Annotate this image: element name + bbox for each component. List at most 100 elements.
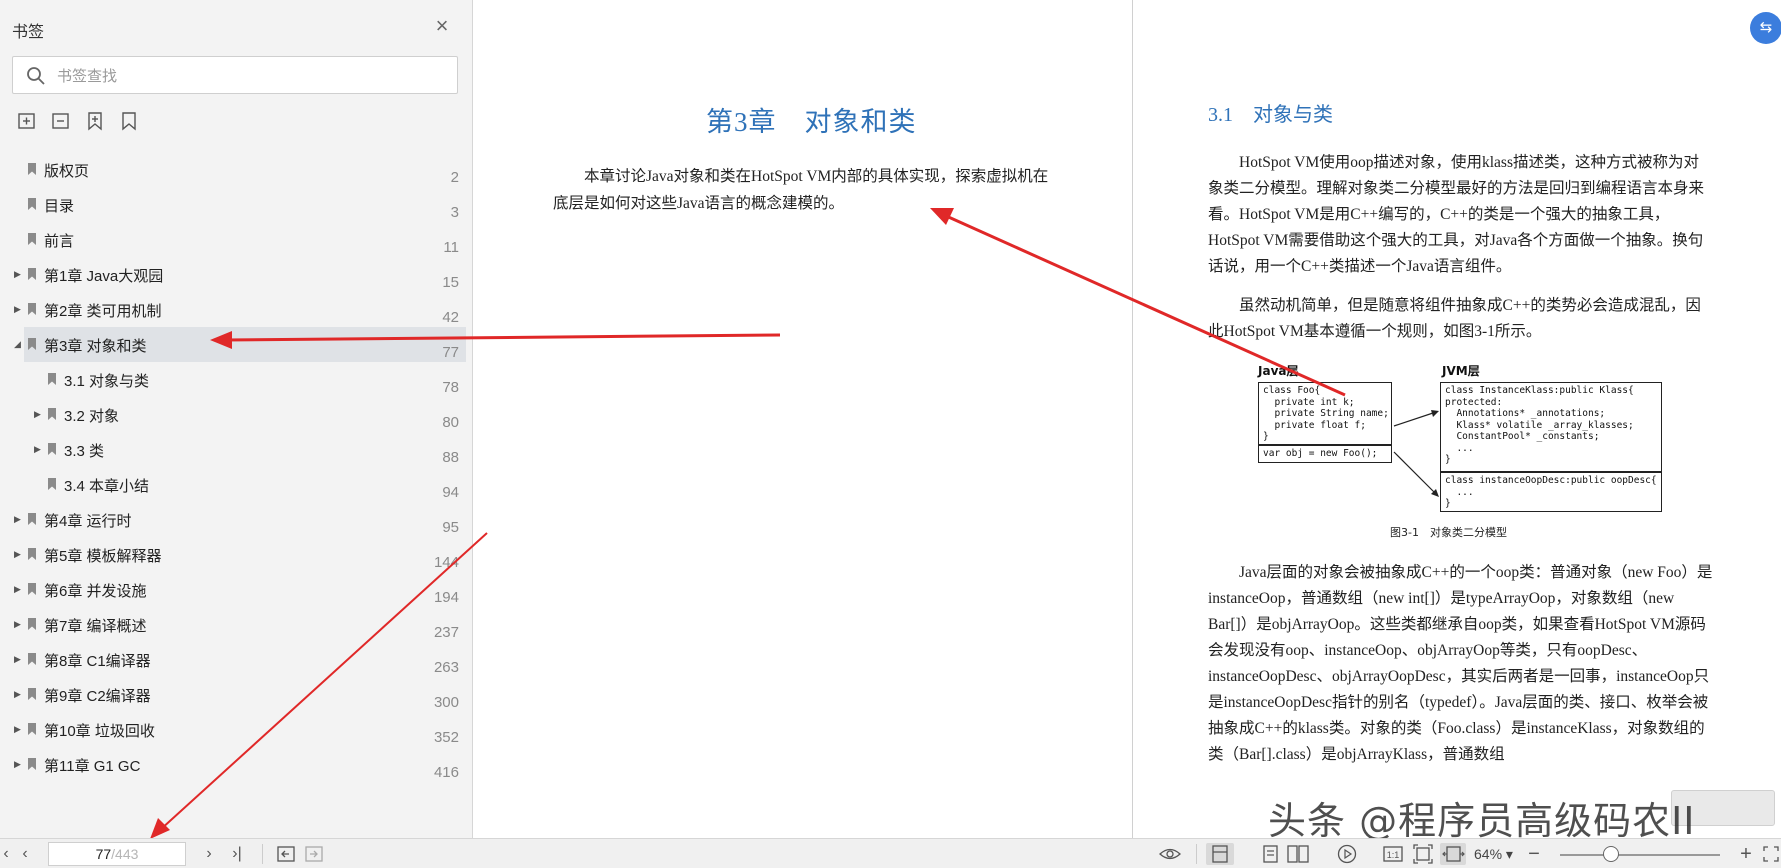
bookmark-page-number: 352: [433, 729, 459, 746]
expand-caret-icon[interactable]: ▶: [14, 549, 24, 559]
section-title: 3.1 对象与类: [1208, 104, 1333, 126]
bookmark-item[interactable]: ▶ 3.3 类 88: [0, 432, 466, 467]
zoom-level[interactable]: 64% ▾: [1474, 846, 1513, 863]
single-page-icon[interactable]: [1206, 843, 1234, 865]
expand-caret-icon[interactable]: ▶: [14, 654, 24, 664]
play-icon[interactable]: [1336, 843, 1358, 865]
first-page-icon[interactable]: ‹: [0, 843, 12, 865]
bookmark-item[interactable]: ▶ 第9章 C2编译器 300: [0, 677, 466, 712]
chapter-intro: 本章讨论Java对象和类在HotSpot VM内部的具体实现，探索虚拟机在底层是…: [553, 163, 1056, 217]
figure-caption: 图3-1 对象类二分模型: [1390, 526, 1507, 539]
fit-page-icon[interactable]: [1412, 843, 1434, 865]
chapter-title: 第3章 对象和类: [706, 107, 917, 137]
page-number-input[interactable]: 77/443: [48, 842, 186, 866]
figure-arrows: [1393, 410, 1439, 497]
bookmark-item[interactable]: ▶ 第10章 垃圾回收 352: [0, 712, 466, 747]
bookmark-page-number: 300: [433, 694, 459, 711]
bookmark-item[interactable]: 前言 11: [0, 222, 466, 257]
separator: [262, 844, 263, 864]
bookmark-icon: [28, 758, 36, 770]
bookmark-item[interactable]: 3.1 对象与类 78: [0, 362, 466, 397]
bookmark-icon: [28, 688, 36, 700]
prev-page-icon[interactable]: ‹: [16, 843, 34, 865]
expand-caret-icon[interactable]: ▶: [14, 619, 24, 629]
bookmark-label: 第9章 C2编译器: [44, 688, 151, 705]
fullscreen-icon[interactable]: [1762, 843, 1780, 865]
paragraph: 虽然动机简单，但是随意将组件抽象成C++的类势必会造成混乱，因此HotSpot …: [1208, 297, 1701, 340]
bookmark-panel-header: 书签 ×: [0, 0, 473, 54]
expand-caret-icon[interactable]: ▶: [14, 759, 24, 769]
bookmark-icon: [28, 723, 36, 735]
bookmark-item[interactable]: ▶ 3.2 对象 80: [0, 397, 466, 432]
back-icon[interactable]: [276, 843, 296, 865]
actual-size-icon[interactable]: 1:1: [1382, 843, 1404, 865]
bookmark-icon: [28, 618, 36, 630]
bookmark-page-number: 144: [433, 554, 459, 571]
expand-caret-icon[interactable]: ▶: [14, 724, 24, 734]
bookmark-page-number: 11: [443, 239, 459, 256]
figure-klass-box: class InstanceKlass:public Klass{ protec…: [1440, 382, 1662, 472]
bookmark-outline-icon[interactable]: [118, 110, 140, 132]
bookmark-icon: [48, 373, 56, 385]
bookmark-item[interactable]: ▶ 第2章 类可用机制 42: [0, 292, 466, 327]
current-page: 77: [95, 846, 112, 862]
last-page-icon[interactable]: ›|: [226, 843, 248, 865]
bookmark-label: 第1章 Java大观园: [44, 268, 164, 285]
bookmark-page-number: 78: [442, 379, 459, 396]
remove-bookmark-icon[interactable]: [50, 110, 72, 132]
dual-page-icon[interactable]: [1286, 843, 1310, 865]
bookmark-panel: 书签 × 版权页 2 目录 3 前言 11 ▶ 第1章 Java大观园 15 ▶ 第2章 类可用机制…: [0, 0, 473, 838]
bookmark-item[interactable]: ▶ 第6章 并发设施 194: [0, 572, 466, 607]
expand-caret-icon[interactable]: ▶: [14, 689, 24, 699]
bookmark-item[interactable]: ▶ 第4章 运行时 95: [0, 502, 466, 537]
bookmark-label: 前言: [44, 233, 75, 250]
expand-caret-icon[interactable]: ▶: [34, 444, 44, 454]
bookmark-item[interactable]: ▶ 第1章 Java大观园 15: [0, 257, 466, 292]
bookmark-page-number: 42: [442, 309, 459, 326]
bookmark-icon: [28, 233, 36, 245]
zoom-out-icon[interactable]: −: [1526, 843, 1542, 865]
bookmark-label: 第8章 C1编译器: [44, 653, 151, 670]
bookmark-label: 3.3 类: [64, 443, 105, 460]
next-page-icon[interactable]: ›: [200, 843, 218, 865]
add-bookmark-icon[interactable]: [16, 110, 38, 132]
expand-caret-icon[interactable]: ▶: [14, 514, 24, 524]
fit-width-icon[interactable]: [1440, 843, 1466, 865]
bookmark-item[interactable]: ▶ 第8章 C1编译器 263: [0, 642, 466, 677]
bookmark-icon: [28, 338, 36, 350]
forward-icon[interactable]: [304, 843, 324, 865]
bookmark-item[interactable]: 版权页 2: [0, 152, 466, 187]
zoom-slider[interactable]: [1560, 854, 1720, 856]
separator: [1196, 844, 1197, 864]
float-tool-icon[interactable]: ⇆: [1750, 12, 1781, 44]
bookmark-icon: [28, 653, 36, 665]
zoom-slider-thumb[interactable]: [1603, 846, 1619, 862]
eye-icon[interactable]: [1158, 843, 1182, 865]
bookmark-search-input[interactable]: [57, 63, 447, 89]
total-pages: /443: [111, 846, 139, 862]
bookmark-page-number: 88: [442, 449, 459, 466]
expand-caret-icon[interactable]: ▶: [14, 304, 24, 314]
continuous-page-icon[interactable]: [1260, 843, 1282, 865]
bookmark-item[interactable]: ▶ 第5章 模板解释器 144: [0, 537, 466, 572]
bookmark-item[interactable]: ▶ 第11章 G1 GC 416: [0, 747, 466, 782]
bookmark-page-number: 263: [433, 659, 459, 676]
chapter-intro-text: 本章讨论Java对象和类在HotSpot VM内部的具体实现，探索虚拟机在底层是…: [553, 168, 1049, 212]
bookmark-page-number: 416: [433, 764, 459, 781]
close-icon[interactable]: ×: [432, 15, 452, 37]
mark-bookmark-icon[interactable]: [84, 110, 106, 132]
bookmark-item[interactable]: 3.4 本章小结 94: [0, 467, 466, 502]
bookmark-page-number: 237: [433, 624, 459, 641]
expand-caret-icon[interactable]: ▶: [14, 584, 24, 594]
expand-caret-icon[interactable]: ▶: [34, 409, 44, 419]
bookmark-item[interactable]: ◢ 第3章 对象和类 77: [14, 327, 466, 362]
bookmark-page-number: 15: [442, 274, 459, 291]
bookmark-item[interactable]: 目录 3: [0, 187, 466, 222]
zoom-in-icon[interactable]: +: [1738, 843, 1754, 865]
bookmark-search[interactable]: [12, 56, 458, 94]
collapse-caret-icon[interactable]: ◢: [14, 339, 24, 349]
watermark: 头条 @程序员高级码农II: [1268, 799, 1696, 843]
expand-caret-icon[interactable]: ▶: [14, 269, 24, 279]
svg-text:1:1: 1:1: [1387, 850, 1400, 860]
bookmark-item[interactable]: ▶ 第7章 编译概述 237: [0, 607, 466, 642]
